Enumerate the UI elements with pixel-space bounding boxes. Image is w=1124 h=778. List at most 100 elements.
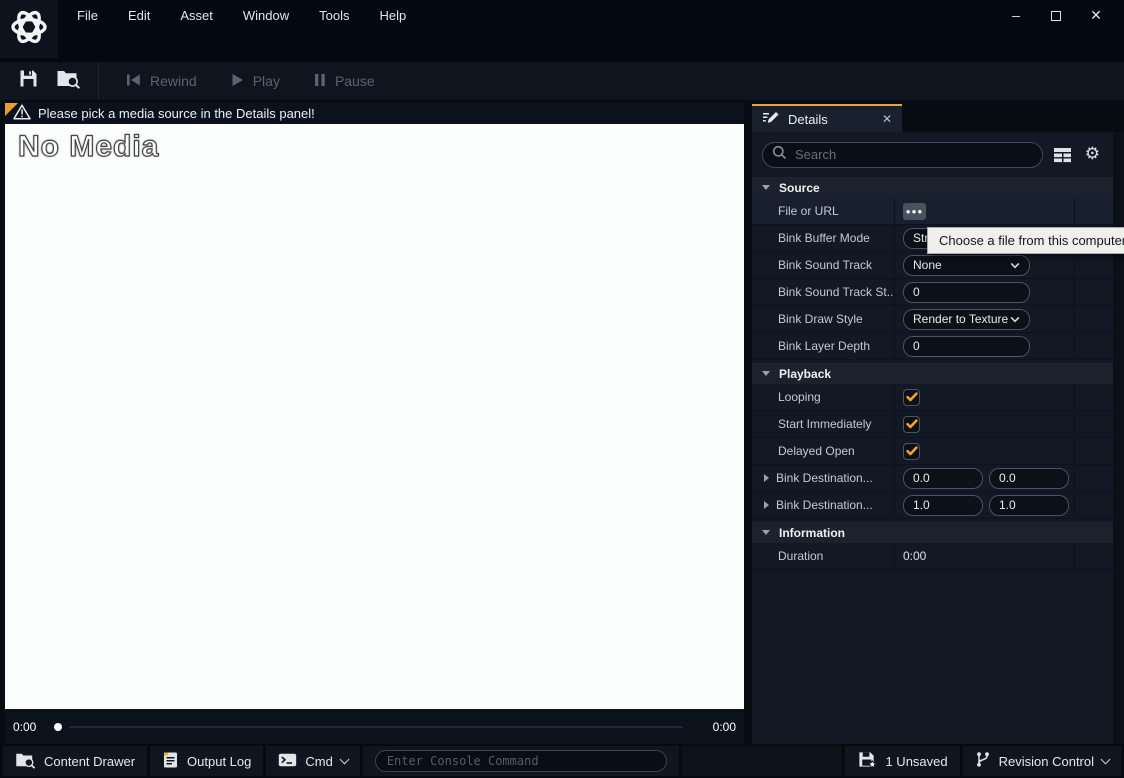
- draw-style-value: Render to Texture: [913, 312, 1009, 326]
- cmd-selector[interactable]: Cmd: [266, 746, 360, 776]
- pause-button[interactable]: Pause: [297, 73, 392, 90]
- playback-timeline[interactable]: 0:00 0:00: [5, 709, 744, 744]
- app-logo: [0, 0, 58, 58]
- row-spacer: [1075, 333, 1113, 359]
- layer-depth-input[interactable]: [903, 335, 1030, 357]
- revision-control-button[interactable]: Revision Control: [962, 746, 1121, 776]
- row-bink-sound-track: Bink Sound Track None: [752, 252, 1113, 279]
- settings-button[interactable]: ⚙: [1082, 146, 1103, 163]
- duration-value: 0:00: [903, 549, 927, 563]
- toolbar: Rewind Play Pause: [0, 62, 1124, 100]
- menu-window[interactable]: Window: [228, 8, 304, 23]
- destination-upper-left-y-input[interactable]: [989, 467, 1069, 489]
- unsaved-label: 1 Unsaved: [885, 753, 948, 769]
- row-spacer: [1075, 306, 1113, 332]
- section-information[interactable]: Information: [752, 522, 1113, 543]
- details-scrollbar-track[interactable]: [1113, 132, 1124, 744]
- expander-arrow-icon[interactable]: [764, 501, 769, 509]
- workspace: Please pick a media source in the Detail…: [0, 100, 1124, 744]
- maximize-icon: [1051, 11, 1061, 22]
- console-command-block: [362, 746, 679, 776]
- output-log-button[interactable]: Output Log: [150, 746, 264, 776]
- media-warning-bar: Please pick a media source in the Detail…: [5, 103, 744, 124]
- destination-lower-right-x-input[interactable]: [903, 494, 983, 516]
- chevron-down-icon: [1010, 258, 1020, 272]
- gear-icon: ⚙: [1084, 144, 1101, 164]
- expander-arrow-icon[interactable]: [764, 474, 769, 482]
- menu-file[interactable]: File: [62, 8, 113, 23]
- section-source[interactable]: Source: [752, 177, 1113, 198]
- sound-track-start-label: Bink Sound Track St..: [752, 279, 895, 305]
- chevron-down-icon: [1100, 754, 1111, 764]
- no-media-label: No Media: [17, 129, 160, 163]
- destination-lower-right-label: Bink Destination...: [776, 498, 873, 512]
- content-drawer-button[interactable]: Content Drawer: [3, 746, 148, 776]
- destination-upper-left-x-input[interactable]: [903, 467, 983, 489]
- menu-edit[interactable]: Edit: [113, 8, 165, 23]
- row-bink-destination-upper-left: Bink Destination...: [752, 465, 1113, 492]
- row-spacer: [1075, 438, 1113, 464]
- destination-lower-right-y-input[interactable]: [989, 494, 1069, 516]
- play-button[interactable]: Play: [214, 73, 297, 90]
- row-spacer: [1075, 411, 1113, 437]
- cmd-label: Cmd: [305, 753, 333, 769]
- details-tab-title: Details: [788, 111, 828, 127]
- status-bar: Content Drawer Output Log Cmd Enter Cons…: [0, 744, 1124, 778]
- rewind-icon: [126, 73, 141, 90]
- save-icon: [18, 68, 39, 94]
- destination-upper-left-label: Bink Destination...: [776, 471, 873, 485]
- sound-track-dropdown[interactable]: None: [903, 254, 1030, 276]
- folder-search-icon: [56, 68, 81, 94]
- sound-track-label: Bink Sound Track: [752, 252, 895, 278]
- start-immediately-label: Start Immediately: [752, 411, 895, 437]
- search-input[interactable]: [795, 147, 1033, 162]
- file-or-url-label: File or URL: [752, 198, 895, 224]
- search-box[interactable]: [762, 141, 1043, 168]
- section-information-title: Information: [779, 525, 845, 540]
- rewind-button[interactable]: Rewind: [109, 73, 214, 90]
- chevron-down-icon: [762, 371, 770, 376]
- playhead-dot[interactable]: [54, 722, 63, 731]
- media-viewport: Please pick a media source in the Detail…: [5, 103, 744, 709]
- layer-depth-label: Bink Layer Depth: [752, 333, 895, 359]
- delayed-open-checkbox[interactable]: [903, 442, 920, 460]
- save-star-icon: [857, 750, 878, 773]
- maximize-button[interactable]: [1036, 0, 1076, 30]
- menu-tools[interactable]: Tools: [304, 8, 364, 23]
- section-playback-title: Playback: [779, 366, 832, 381]
- section-playback[interactable]: Playback: [752, 363, 1113, 384]
- save-button[interactable]: [8, 62, 48, 100]
- close-window-button[interactable]: ✕: [1076, 0, 1116, 30]
- draw-style-dropdown[interactable]: Render to Texture: [903, 308, 1030, 330]
- branch-icon: [975, 751, 991, 771]
- unsaved-assets-button[interactable]: 1 Unsaved: [845, 746, 960, 776]
- revision-control-label: Revision Control: [998, 753, 1094, 769]
- play-label: Play: [252, 73, 280, 89]
- sound-track-start-input[interactable]: [903, 281, 1030, 303]
- console-command-input[interactable]: [374, 750, 667, 772]
- timeline-track[interactable]: [69, 725, 683, 728]
- output-log-icon: [162, 751, 179, 772]
- row-spacer: [1075, 465, 1113, 491]
- output-log-label: Output Log: [187, 753, 252, 769]
- section-source-title: Source: [779, 180, 820, 195]
- browse-to-asset-button[interactable]: [48, 62, 88, 100]
- looping-checkbox[interactable]: [903, 388, 920, 406]
- tab-details[interactable]: Details ✕: [752, 104, 902, 132]
- row-bink-destination-lower-right: Bink Destination...: [752, 492, 1113, 519]
- menu-asset[interactable]: Asset: [165, 8, 228, 23]
- pick-file-button[interactable]: ●●●: [903, 202, 926, 220]
- display-filter-button[interactable]: [1052, 147, 1073, 163]
- rewind-label: Rewind: [150, 73, 197, 89]
- bink-logo-icon: [9, 7, 49, 52]
- row-bink-sound-track-start: Bink Sound Track St..: [752, 279, 1113, 306]
- asset-tab-bar: NewBinkMediaPlayer* ✕: [0, 30, 1124, 92]
- row-start-immediately: Start Immediately: [752, 411, 1113, 438]
- menu-help[interactable]: Help: [364, 8, 421, 23]
- details-close-icon[interactable]: ✕: [882, 112, 892, 126]
- chevron-down-icon: [762, 530, 770, 535]
- buffer-mode-label: Bink Buffer Mode: [752, 225, 895, 251]
- status-bar-spacer: [681, 746, 843, 776]
- minimize-button[interactable]: –: [996, 0, 1036, 30]
- start-immediately-checkbox[interactable]: [903, 415, 920, 433]
